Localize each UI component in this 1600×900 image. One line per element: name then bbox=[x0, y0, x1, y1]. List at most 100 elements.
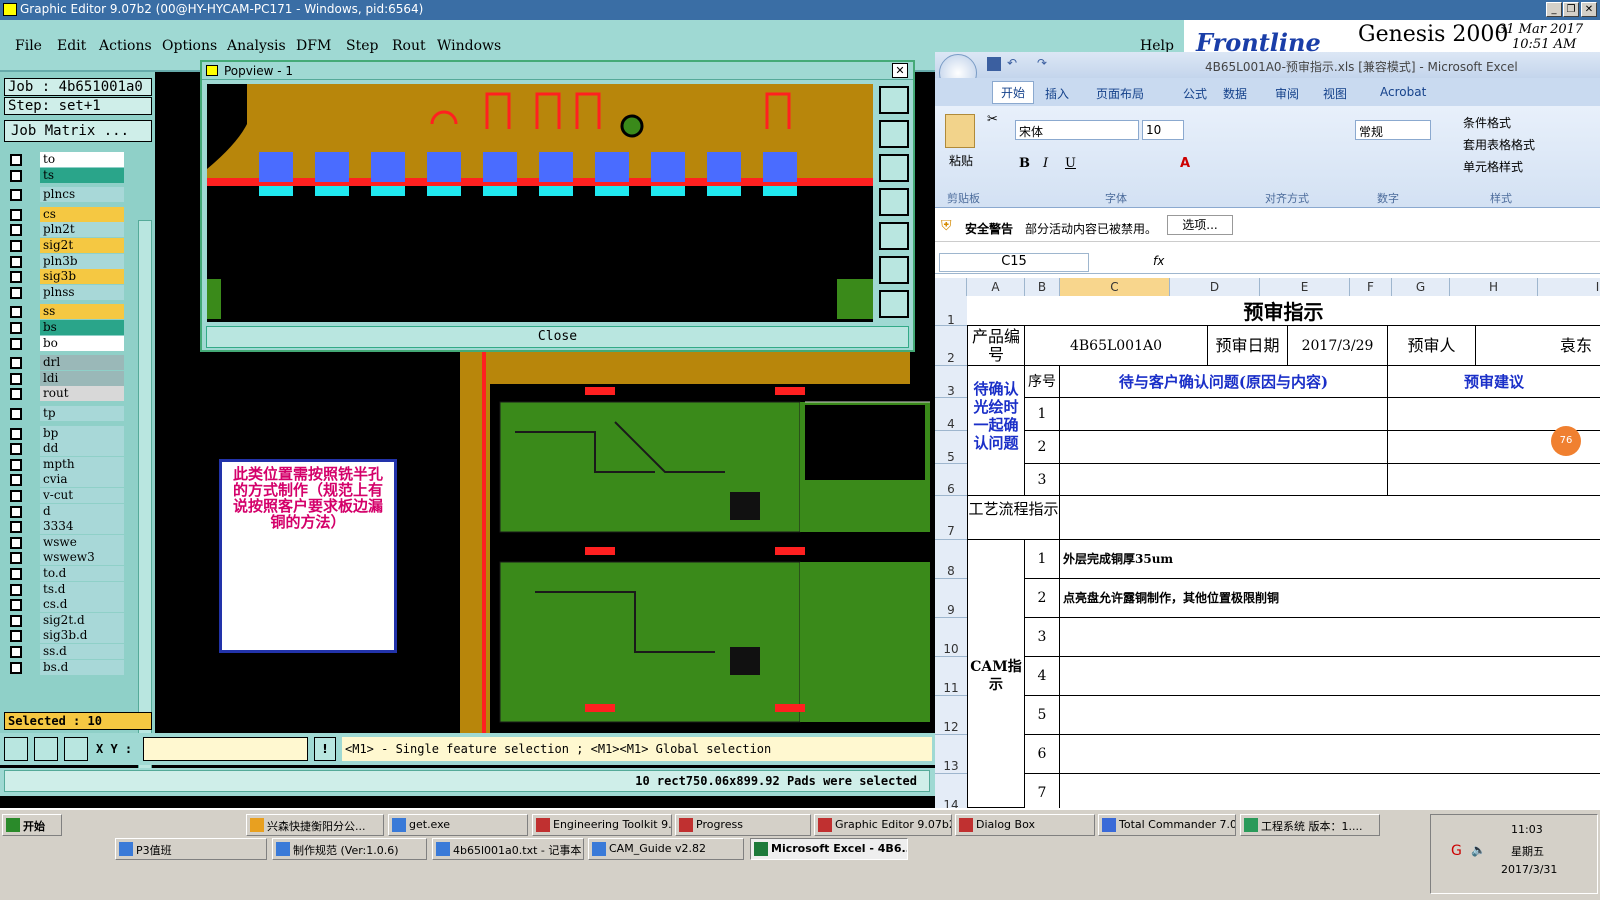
pad[interactable] bbox=[707, 152, 741, 182]
layer-checkbox[interactable] bbox=[10, 169, 22, 182]
layer-row-ts[interactable]: ts bbox=[6, 167, 124, 183]
row-header-9[interactable]: 9 bbox=[935, 579, 967, 618]
menu-windows[interactable]: Windows bbox=[437, 38, 501, 54]
pan-up-icon[interactable] bbox=[879, 120, 909, 148]
taskbar-item[interactable]: Progress bbox=[675, 814, 811, 836]
taskbar-item[interactable]: 4b65l001a0.txt - 记事本 bbox=[432, 838, 584, 860]
cam-item-text[interactable] bbox=[1060, 774, 1600, 808]
pad[interactable] bbox=[763, 152, 797, 182]
layer-checkbox[interactable] bbox=[10, 599, 22, 612]
layer-row-plncs[interactable]: plncs bbox=[6, 187, 124, 203]
layer-row-ldi[interactable]: ldi bbox=[6, 370, 124, 386]
layer-name[interactable]: plnss bbox=[40, 284, 124, 300]
paste-label[interactable]: 粘贴 bbox=[949, 152, 973, 169]
close-icon[interactable]: ✕ bbox=[1581, 2, 1597, 17]
menu-options[interactable]: Options bbox=[162, 38, 217, 54]
italic-icon[interactable]: I bbox=[1043, 156, 1048, 171]
row-header-2[interactable]: 2 bbox=[935, 326, 967, 366]
cell-style-button[interactable]: 单元格样式 bbox=[1463, 158, 1523, 175]
ribbon-tab-3[interactable]: 公式 bbox=[1183, 85, 1207, 102]
layer-name[interactable]: 3334 bbox=[40, 519, 124, 535]
layer-row-bs[interactable]: bs bbox=[6, 320, 124, 335]
measure-icon[interactable] bbox=[34, 737, 58, 761]
sheet-grid[interactable]: ABCDEFGHI 1 2 3 4 5 6 7 8 9 10 11 12 13 14 预审指示 产品编号 … bbox=[935, 278, 1600, 808]
taskbar-item[interactable]: Microsoft Excel - 4B6... bbox=[750, 838, 908, 860]
cut-icon[interactable]: ✂ bbox=[987, 112, 998, 127]
layer-checkbox[interactable] bbox=[10, 614, 22, 627]
conditional-format-button[interactable]: 条件格式 bbox=[1463, 114, 1511, 131]
layer-row-pln3b[interactable]: pln3b bbox=[6, 253, 124, 269]
row-header-1[interactable]: 1 bbox=[935, 296, 967, 327]
layer-name[interactable]: ldi bbox=[40, 370, 124, 386]
font-color-icon[interactable]: A bbox=[1180, 156, 1190, 171]
layer-row-plnss[interactable]: plnss bbox=[6, 284, 124, 300]
ribbon-tab-6[interactable]: 视图 bbox=[1323, 85, 1347, 102]
job-matrix-button[interactable]: Job Matrix ... bbox=[4, 120, 152, 142]
row-header-3[interactable]: 3 bbox=[935, 366, 967, 398]
layer-name[interactable]: v-cut bbox=[40, 488, 124, 503]
zoom-fit-icon[interactable] bbox=[879, 86, 909, 114]
row-header-7[interactable]: 7 bbox=[935, 496, 967, 540]
column-header-G[interactable]: G bbox=[1392, 278, 1450, 296]
ribbon-tab-7[interactable]: Acrobat bbox=[1380, 85, 1426, 99]
pending-issue-3[interactable] bbox=[1060, 464, 1388, 496]
options-button[interactable]: 选项... bbox=[1167, 215, 1233, 235]
layer-name[interactable]: sig2t bbox=[40, 238, 124, 253]
floating-badge[interactable]: 76 bbox=[1551, 426, 1581, 456]
layer-row-v-cut[interactable]: v-cut bbox=[6, 488, 124, 503]
layer-row-cs[interactable]: cs bbox=[6, 206, 124, 222]
font-size-select[interactable]: 10 bbox=[1142, 120, 1184, 140]
pan-left-icon[interactable] bbox=[879, 188, 909, 216]
taskbar-item[interactable]: 工程系统 版本：1.... bbox=[1240, 814, 1380, 836]
layer-checkbox[interactable] bbox=[10, 536, 22, 549]
layer-checkbox[interactable] bbox=[10, 372, 22, 385]
row-header-10[interactable]: 10 bbox=[935, 618, 967, 657]
layer-row-cs-d[interactable]: cs.d bbox=[6, 597, 124, 613]
layer-scrollbar[interactable] bbox=[138, 220, 152, 780]
layer-name[interactable]: cvia bbox=[40, 472, 124, 488]
layer-checkbox[interactable] bbox=[10, 552, 22, 565]
popview-canvas[interactable] bbox=[207, 84, 873, 322]
layer-checkbox[interactable] bbox=[10, 306, 22, 319]
row-header-6[interactable]: 6 bbox=[935, 464, 967, 496]
layer-name[interactable]: sig3b.d bbox=[40, 628, 124, 644]
font-name-select[interactable]: 宋体 bbox=[1015, 120, 1139, 140]
pad[interactable] bbox=[483, 152, 517, 182]
layer-row-mpth[interactable]: mpth bbox=[6, 456, 124, 472]
row-header-4[interactable]: 4 bbox=[935, 398, 967, 431]
pan-right-icon[interactable] bbox=[879, 222, 909, 250]
ribbon-tab-2[interactable]: 页面布局 bbox=[1096, 85, 1144, 102]
redo-icon[interactable]: ↷ bbox=[1037, 56, 1047, 70]
taskbar-item[interactable]: CAM_Guide v2.82 bbox=[588, 838, 744, 860]
grid-icon[interactable] bbox=[64, 737, 88, 761]
pad[interactable] bbox=[371, 152, 405, 182]
volume-icon[interactable]: 🔈 bbox=[1471, 843, 1486, 857]
layer-name[interactable]: mpth bbox=[40, 456, 124, 472]
layer-checkbox[interactable] bbox=[10, 189, 22, 202]
layer-row-rout[interactable]: rout bbox=[6, 386, 124, 402]
layer-row-bs-d[interactable]: bs.d bbox=[6, 659, 124, 675]
layer-row-sig2t[interactable]: sig2t bbox=[6, 238, 124, 253]
layer-checkbox[interactable] bbox=[10, 490, 22, 502]
layer-name[interactable]: ss.d bbox=[40, 644, 124, 659]
pad[interactable] bbox=[651, 152, 685, 182]
pad[interactable] bbox=[315, 152, 349, 182]
layer-name[interactable]: pln2t bbox=[40, 222, 124, 238]
pad[interactable] bbox=[595, 152, 629, 182]
taskbar-item[interactable]: P3值班 bbox=[115, 838, 267, 860]
layer-row-wswew3[interactable]: wswew3 bbox=[6, 550, 124, 566]
pad[interactable] bbox=[427, 152, 461, 182]
layer-checkbox[interactable] bbox=[10, 458, 22, 471]
ribbon-tab-1[interactable]: 插入 bbox=[1045, 85, 1069, 102]
row-header-12[interactable]: 12 bbox=[935, 696, 967, 735]
layer-name[interactable]: cs.d bbox=[40, 597, 124, 613]
layer-checkbox[interactable] bbox=[10, 154, 22, 166]
table-format-button[interactable]: 套用表格格式 bbox=[1463, 136, 1535, 153]
layer-row-drl[interactable]: drl bbox=[6, 355, 124, 371]
layer-checkbox[interactable] bbox=[10, 505, 22, 518]
menu-file[interactable]: File bbox=[15, 38, 42, 54]
select-all-corner[interactable] bbox=[935, 278, 967, 296]
popview-close-icon[interactable]: ✕ bbox=[892, 63, 908, 78]
layer-row-ss-d[interactable]: ss.d bbox=[6, 644, 124, 659]
column-header-H[interactable]: H bbox=[1450, 278, 1538, 296]
